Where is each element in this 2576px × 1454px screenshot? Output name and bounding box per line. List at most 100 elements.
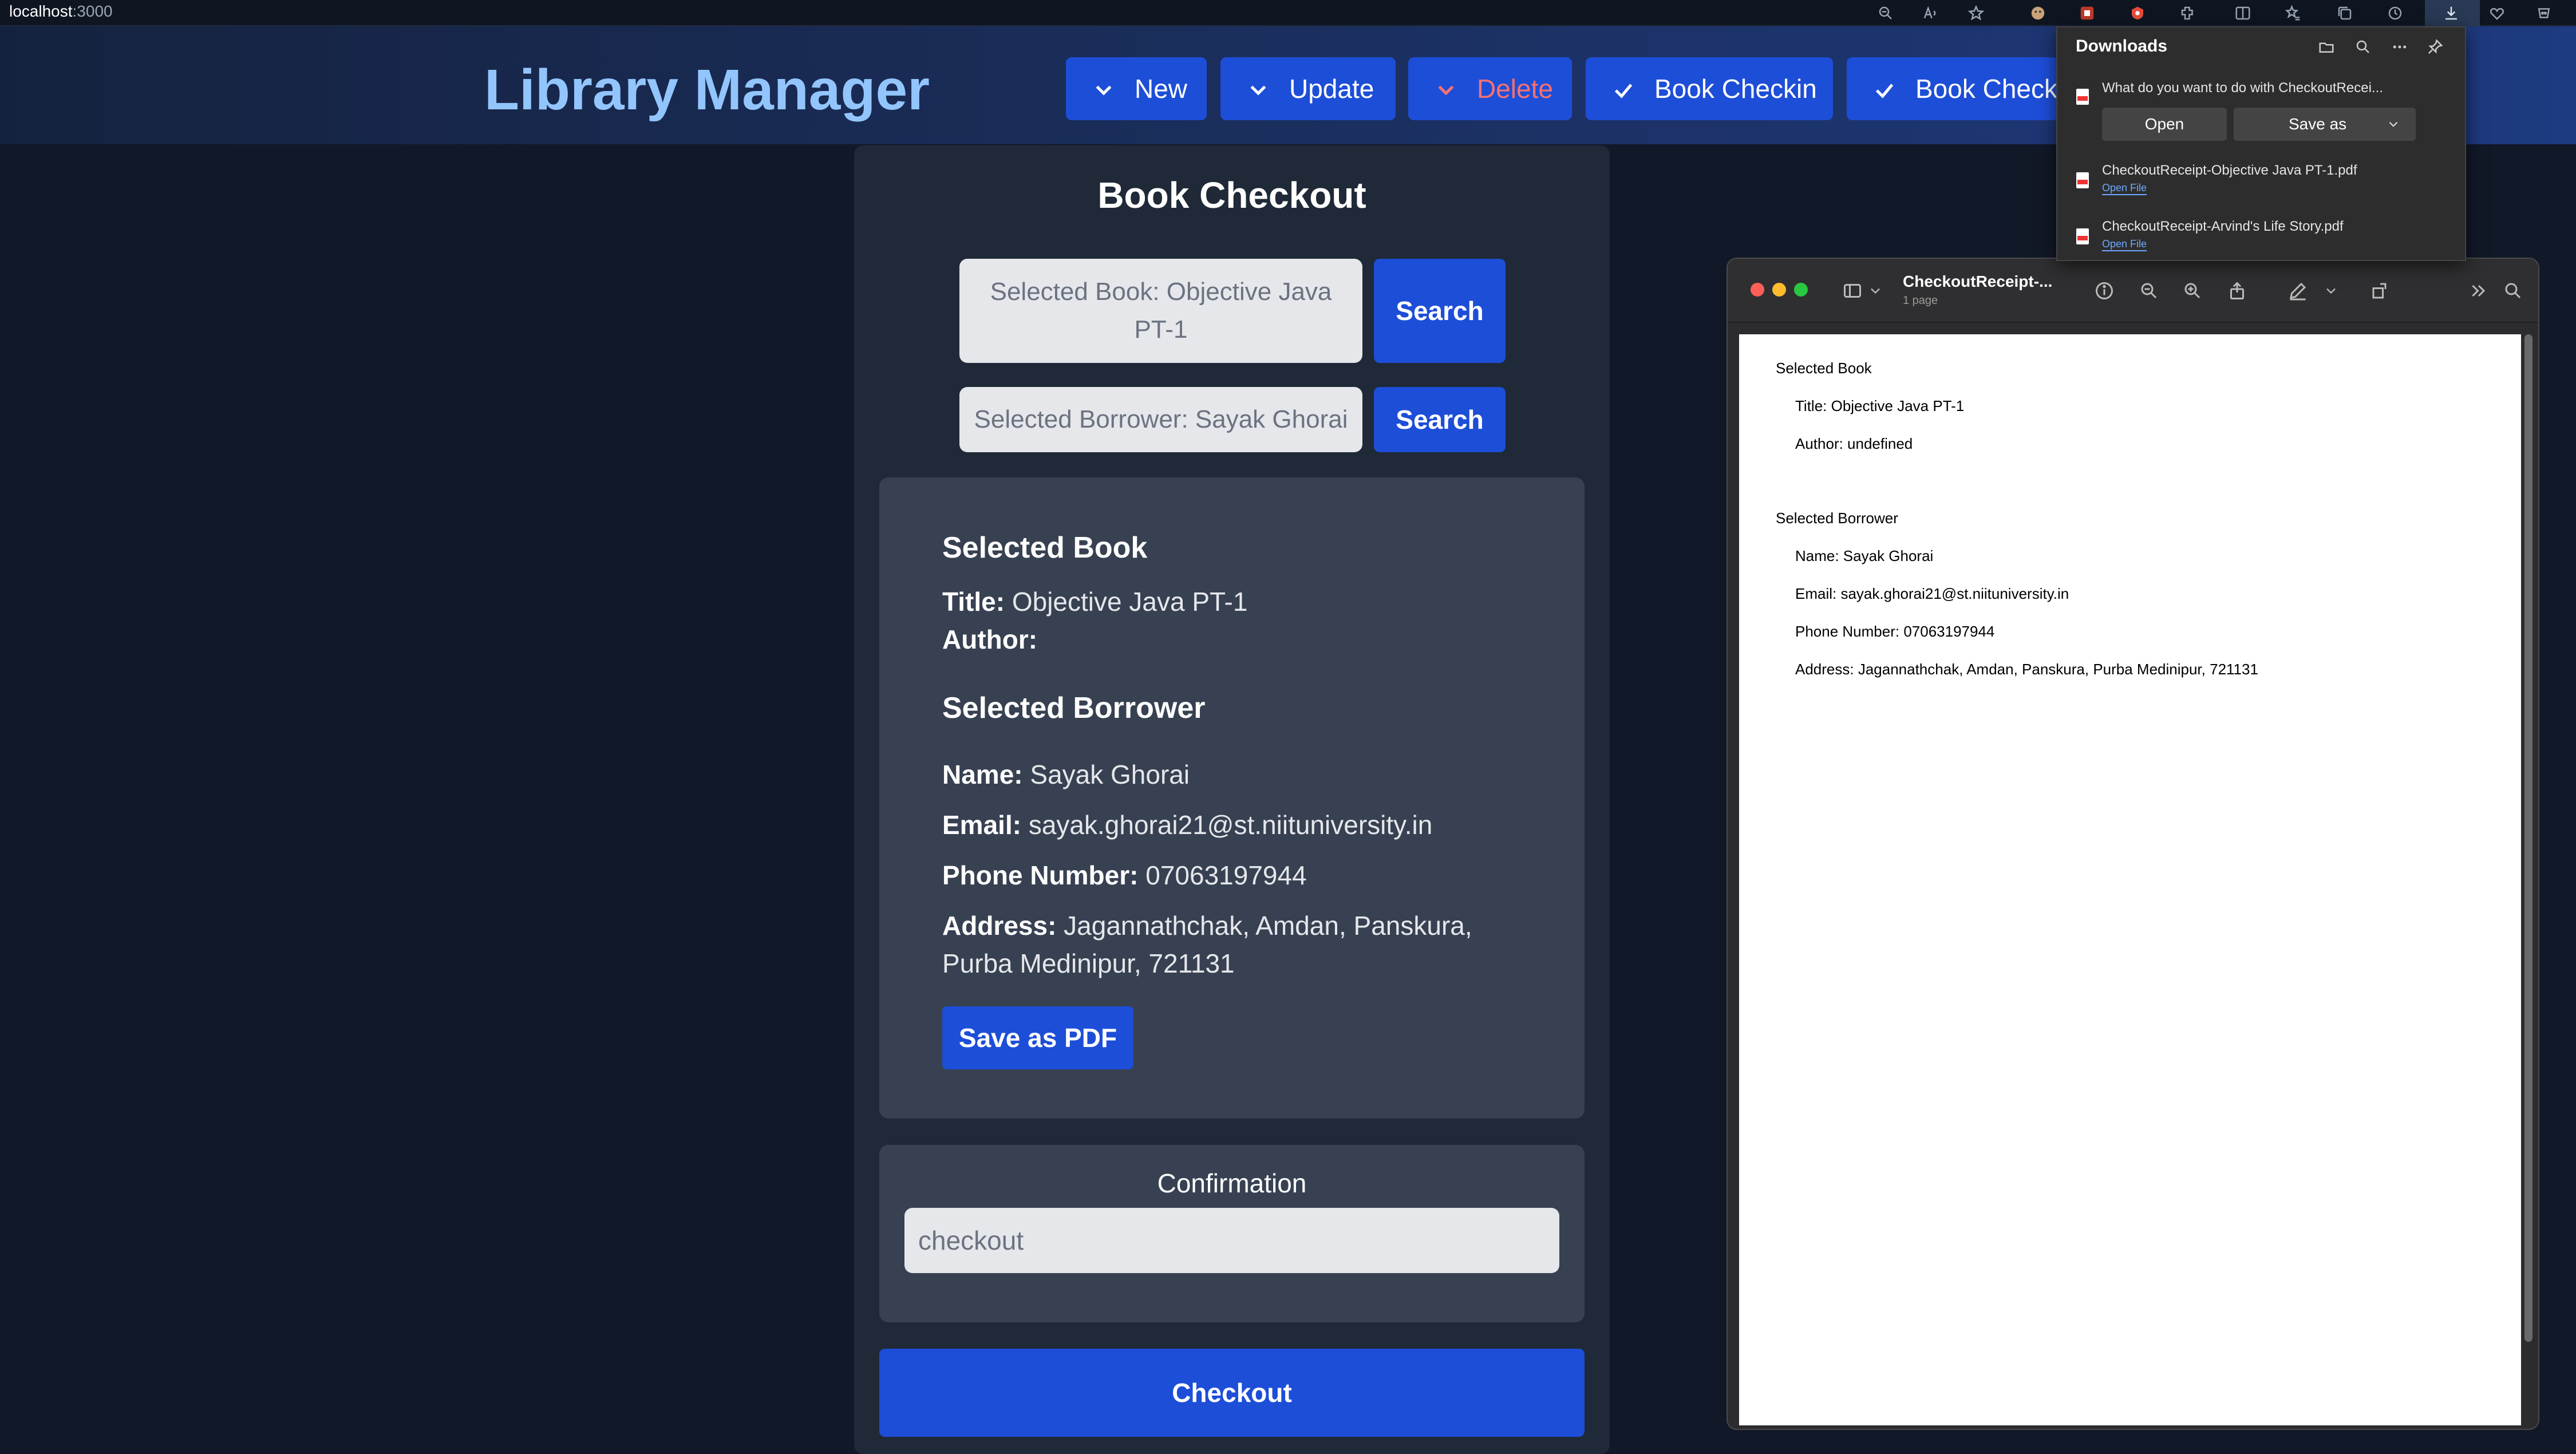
read-aloud-icon[interactable] xyxy=(1919,2,1942,25)
borrower-search-button[interactable]: Search xyxy=(1374,387,1506,452)
preview-title: CheckoutReceipt-... xyxy=(1903,272,2053,290)
selected-borrower-heading: Selected Borrower xyxy=(942,692,1206,725)
pdf-borrower-heading: Selected Borrower xyxy=(1776,509,1898,527)
split-screen-icon[interactable] xyxy=(2231,2,2254,25)
pdf-borrower-address: Address: Jagannathchak, Amdan, Panskura,… xyxy=(1795,661,2258,678)
browser-toolbar: localhost:3000 xyxy=(0,0,2576,26)
copilot-icon[interactable] xyxy=(2532,2,2555,25)
preview-page-count: 1 page xyxy=(1903,294,1938,307)
close-window-icon[interactable] xyxy=(1751,283,1764,297)
pdf-book-title: Title: Objective Java PT-1 xyxy=(1795,397,1965,414)
confirmation-card: Confirmation checkout xyxy=(879,1145,1585,1322)
selection-details-card: Selected Book Title: Objective Java PT-1… xyxy=(879,477,1585,1119)
maximize-window-icon[interactable] xyxy=(1794,283,1808,297)
pdf-file-icon xyxy=(2076,228,2089,245)
more-chevrons-icon[interactable] xyxy=(2466,278,2491,303)
pin-icon[interactable] xyxy=(2424,35,2447,58)
share-icon[interactable] xyxy=(2225,278,2250,303)
extension-icon[interactable] xyxy=(2176,2,2199,25)
app-title: Library Manager xyxy=(484,58,930,122)
info-icon[interactable] xyxy=(2092,278,2117,303)
browser-essentials-icon[interactable] xyxy=(2486,2,2508,25)
borrower-address-row: Address: Jagannathchak, Amdan, Panskura,… xyxy=(942,907,1532,982)
borrower-email-label: Email: xyxy=(942,810,1022,840)
chevron-down-icon xyxy=(2389,121,2398,127)
book-checkout-panel: Book Checkout Selected Book: Objective J… xyxy=(854,145,1610,1454)
book-checkin-button-label: Book Checkin xyxy=(1654,74,1817,104)
search-icon[interactable] xyxy=(2352,35,2374,58)
borrower-search-input[interactable]: Selected Borrower: Sayak Ghorai xyxy=(959,387,1362,452)
confirmation-input[interactable]: checkout xyxy=(904,1208,1559,1273)
book-checkin-button[interactable]: Book Checkin xyxy=(1586,57,1833,120)
delete-button-label: Delete xyxy=(1477,74,1553,104)
extension-icon[interactable] xyxy=(2076,2,2099,25)
borrower-name-row: Name: Sayak Ghorai xyxy=(942,756,1190,793)
downloads-title: Downloads xyxy=(2076,37,2168,56)
favorite-star-icon[interactable] xyxy=(1965,2,1988,25)
pdf-borrower-phone: Phone Number: 07063197944 xyxy=(1795,623,1995,640)
book-search-input[interactable]: Selected Book: Objective Java PT-1 xyxy=(959,259,1362,363)
downloads-icon[interactable] xyxy=(2440,2,2463,25)
zoom-in-icon[interactable] xyxy=(2180,278,2205,303)
collections-icon[interactable] xyxy=(2333,2,2356,25)
download-open-file-link[interactable]: Open File xyxy=(2102,238,2147,251)
favorites-icon[interactable] xyxy=(2282,2,2305,25)
new-button[interactable]: New xyxy=(1066,57,1207,120)
update-button-label: Update xyxy=(1289,74,1374,104)
more-options-icon[interactable] xyxy=(2388,35,2411,58)
borrower-email-value: sayak.ghorai21@st.niituniversity.in xyxy=(1028,810,1433,840)
save-as-label: Save as xyxy=(2289,115,2347,133)
borrower-email-row: Email: sayak.ghorai21@st.niituniversity.… xyxy=(942,806,1432,844)
download-item-name: CheckoutReceipt-Objective Java PT-1.pdf xyxy=(2102,163,2357,178)
zoom-out-icon[interactable] xyxy=(2136,278,2162,303)
minimize-window-icon[interactable] xyxy=(1772,283,1786,297)
pdf-borrower-name: Name: Sayak Ghorai xyxy=(1795,547,1934,564)
preview-scrollbar[interactable] xyxy=(2524,334,2532,1342)
pdf-page: Selected Book Title: Objective Java PT-1… xyxy=(1739,334,2521,1425)
borrower-name-label: Name: xyxy=(942,760,1023,789)
borrower-address-label: Address: xyxy=(942,911,1057,941)
markup-pen-icon[interactable] xyxy=(2285,278,2310,303)
checkout-button[interactable]: Checkout xyxy=(879,1349,1585,1437)
check-icon xyxy=(1612,77,1635,100)
book-checkout-button-label: Book Checkout xyxy=(1915,74,2059,104)
borrower-phone-row: Phone Number: 07063197944 xyxy=(942,856,1307,894)
check-icon xyxy=(1873,77,1896,100)
pdf-borrower-email: Email: sayak.ghorai21@st.niituniversity.… xyxy=(1795,585,2069,602)
download-open-file-link[interactable]: Open File xyxy=(2102,182,2147,195)
chevron-down-icon xyxy=(1092,77,1115,100)
book-author-label: Author: xyxy=(942,625,1038,654)
book-title-row: Title: Objective Java PT-1 xyxy=(942,583,1247,621)
save-as-pdf-button[interactable]: Save as PDF xyxy=(942,1006,1133,1069)
downloads-popup: Downloads What do you want to do with Ch… xyxy=(2056,26,2466,261)
url-host: localhost xyxy=(9,2,73,20)
chevron-down-icon[interactable] xyxy=(2323,278,2339,303)
pdf-preview-window: CheckoutReceipt-... 1 page Selected Book… xyxy=(1726,258,2539,1430)
pdf-file-icon xyxy=(2076,172,2089,189)
download-save-as-button[interactable]: Save as xyxy=(2234,108,2416,141)
pdf-file-icon xyxy=(2076,88,2089,105)
borrower-phone-value: 07063197944 xyxy=(1145,860,1307,890)
selected-book-heading: Selected Book xyxy=(942,531,1148,564)
book-author-row: Author: xyxy=(942,621,1037,658)
rotate-icon[interactable] xyxy=(2368,278,2393,303)
delete-button[interactable]: Delete xyxy=(1408,57,1572,120)
open-folder-icon[interactable] xyxy=(2315,35,2338,58)
chevron-down-icon[interactable] xyxy=(1867,278,1883,303)
update-button[interactable]: Update xyxy=(1220,57,1396,120)
extension-icon[interactable] xyxy=(2126,2,2149,25)
url-port: :3000 xyxy=(72,2,113,20)
book-search-button[interactable]: Search xyxy=(1374,259,1506,363)
book-checkout-button[interactable]: Book Checkout xyxy=(1847,57,2059,120)
search-icon[interactable] xyxy=(2500,278,2526,303)
extension-icon[interactable] xyxy=(2026,2,2049,25)
chevron-down-icon xyxy=(1247,77,1270,100)
download-item-name: CheckoutReceipt-Arvind's Life Story.pdf xyxy=(2102,219,2344,234)
confirmation-label: Confirmation xyxy=(1157,1168,1307,1198)
address-bar[interactable]: localhost:3000 xyxy=(9,2,113,21)
download-open-button[interactable]: Open xyxy=(2102,108,2227,141)
sidebar-toggle-icon[interactable] xyxy=(1840,278,1865,303)
zoom-icon[interactable] xyxy=(1874,2,1897,25)
pdf-book-author: Author: undefined xyxy=(1795,435,1913,452)
history-icon[interactable] xyxy=(2384,2,2407,25)
